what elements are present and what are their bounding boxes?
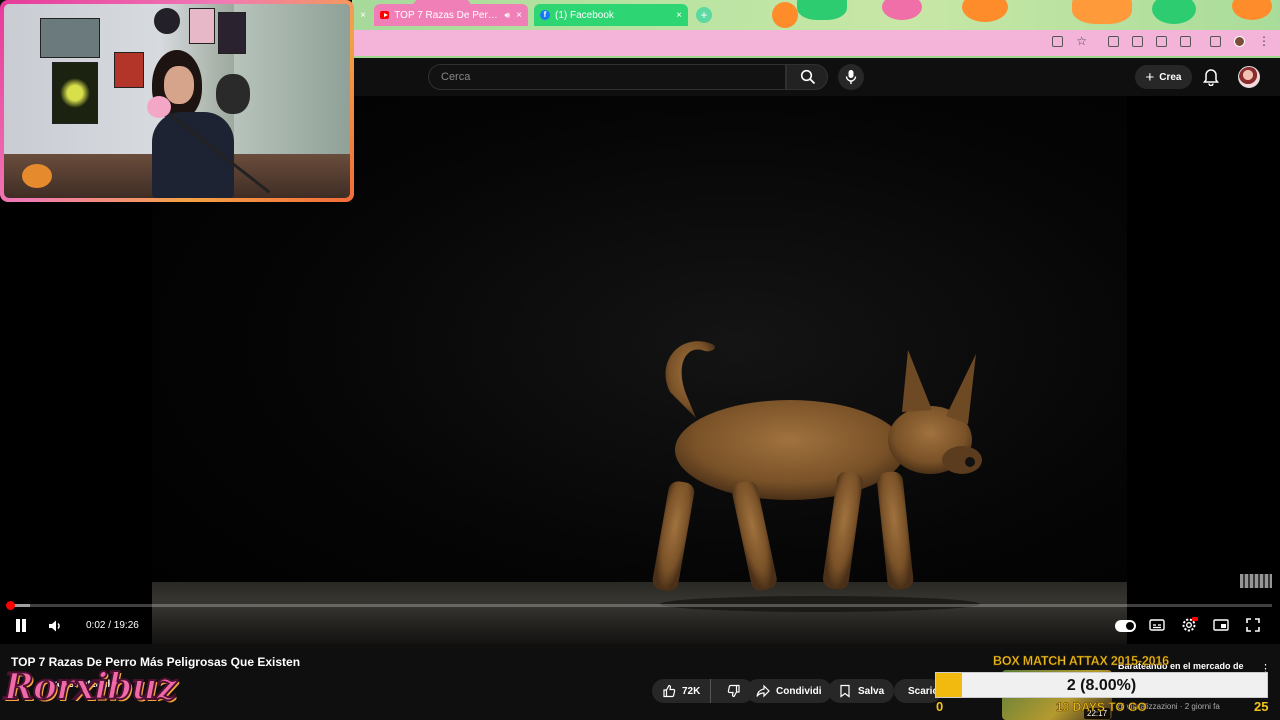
channel-logo: Rorxibuz (3, 665, 178, 709)
tab-close-prev[interactable]: × (352, 4, 366, 26)
extensions-icon[interactable] (1180, 36, 1191, 47)
search-button[interactable] (786, 64, 828, 90)
pause-icon[interactable] (15, 619, 27, 632)
tab-title: TOP 7 Razas De Perro Más (394, 9, 498, 21)
search-icon (800, 69, 816, 85)
time-display: 0:02 / 19:26 (86, 620, 139, 631)
install-icon[interactable] (1052, 36, 1064, 47)
poster (154, 8, 180, 34)
poster (114, 52, 144, 88)
voice-search-button[interactable] (838, 64, 864, 90)
poster (52, 62, 98, 124)
youtube-icon (380, 11, 390, 19)
bookmark-icon (840, 684, 850, 698)
menu-dots-icon[interactable]: ⋮ (1258, 35, 1270, 47)
volume-icon[interactable] (47, 618, 63, 634)
translate-icon[interactable] (1108, 36, 1119, 47)
address-bar[interactable]: ☆ ⋮ (352, 30, 1280, 58)
plush-toy (216, 74, 250, 114)
promo-headline: BOX MATCH ATTAX 2015-2016 (993, 654, 1170, 669)
new-tab-button[interactable]: + (696, 7, 712, 23)
autoplay-toggle[interactable] (1115, 620, 1136, 632)
share-icon (756, 684, 770, 698)
share-label: Condividi (776, 685, 822, 697)
goal-max: 25 (1254, 699, 1269, 714)
bookmark-star-icon[interactable]: ☆ (1076, 35, 1087, 47)
reader-icon[interactable] (1156, 36, 1167, 47)
webcam-feed (4, 4, 350, 198)
tab-facebook[interactable]: f (1) Facebook × (534, 4, 688, 26)
scrubber-handle[interactable] (6, 601, 15, 610)
profile-avatar[interactable] (1234, 36, 1245, 47)
link-icon[interactable] (1132, 36, 1143, 47)
poster (189, 8, 215, 44)
thumbs-up-icon (663, 684, 676, 698)
tab-close-icon[interactable]: × (510, 10, 522, 21)
microphone (147, 96, 171, 118)
plush-toy (22, 164, 52, 188)
goal-progress-bar: 2 (8.00%) (935, 672, 1268, 698)
tab-youtube[interactable]: TOP 7 Razas De Perro Más 🔊︎ × (374, 4, 528, 26)
like-dislike-group: 72K (652, 679, 754, 703)
search-input[interactable]: Cerca (428, 64, 786, 90)
subtitles-icon[interactable] (1148, 616, 1166, 634)
miniplayer-icon[interactable] (1212, 616, 1230, 634)
playlist-icon[interactable] (1210, 36, 1221, 47)
fullscreen-icon[interactable] (1244, 616, 1262, 634)
dog-image (652, 341, 982, 612)
share-button[interactable]: Condividi (746, 679, 832, 703)
microphone-icon (845, 70, 857, 84)
settings-gear-icon[interactable] (1180, 616, 1198, 634)
tab-title: (1) Facebook (555, 9, 614, 21)
thumbs-down-icon (728, 684, 740, 698)
curtain (234, 4, 350, 164)
streamer-face (164, 66, 194, 104)
webcam-overlay (0, 0, 354, 202)
save-button[interactable]: Salva (828, 679, 895, 703)
facebook-icon: f (540, 10, 550, 20)
page: × TOP 7 Razas De Perro Más 🔊︎ × f (1) Fa… (0, 0, 1280, 720)
browser-tab-strip: × TOP 7 Razas De Perro Más 🔊︎ × f (1) Fa… (352, 0, 1280, 30)
create-label: Crea (1159, 71, 1182, 83)
create-button[interactable]: + Crea (1135, 65, 1192, 89)
progress-bar[interactable] (10, 604, 1272, 607)
watermark-logo (1240, 574, 1272, 588)
save-label: Salva (858, 685, 885, 697)
address-bar-icons: ☆ ⋮ (1052, 35, 1270, 47)
tab-close-icon[interactable]: × (670, 10, 682, 21)
goal-text: 2 (8.00%) (1066, 677, 1137, 694)
plus-icon: + (1145, 68, 1155, 86)
goal-min: 0 (936, 699, 944, 714)
poster (40, 18, 100, 58)
notifications-bell-icon[interactable] (1203, 68, 1219, 86)
like-count: 72K (682, 685, 701, 697)
promo-countdown: 10 DAYS TO GO (1056, 700, 1147, 715)
poster (218, 12, 246, 54)
account-avatar[interactable] (1238, 66, 1260, 88)
youtube-header: Cerca + Crea (352, 58, 1280, 96)
like-button[interactable]: 72K (652, 679, 712, 703)
